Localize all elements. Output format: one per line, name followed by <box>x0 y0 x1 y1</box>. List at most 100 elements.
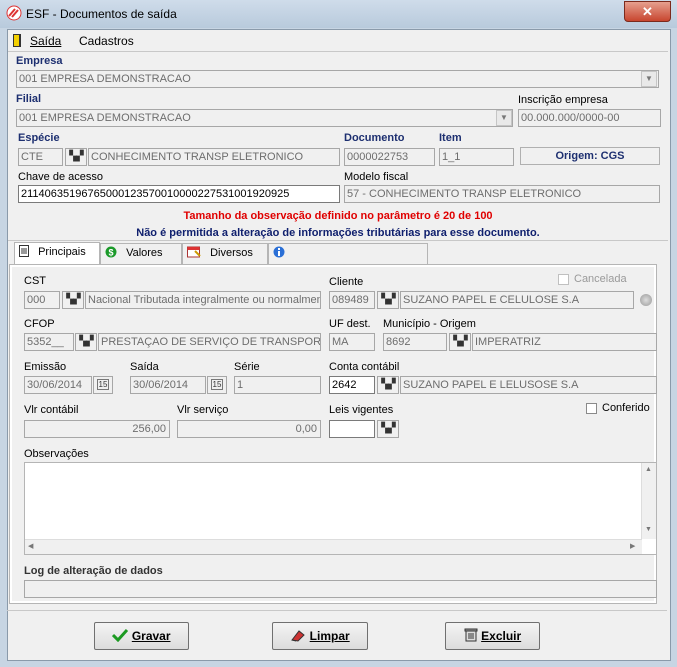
saida-calendar-button[interactable]: 15 <box>207 376 227 394</box>
close-button[interactable]: ✕ <box>624 1 671 22</box>
documento-field: 0000022753 <box>344 148 435 166</box>
conferido-label: Conferido <box>602 402 650 414</box>
chevron-down-icon[interactable]: ▼ <box>641 71 657 87</box>
modelo-field: 57 - CONHECIMENTO TRANSP ELETRONICO <box>344 185 660 203</box>
cliente-search-button[interactable]: ▚▞ <box>377 291 399 309</box>
tab-diversos[interactable]: Diversos <box>182 243 268 264</box>
chevron-down-icon[interactable]: ▼ <box>496 110 512 126</box>
principais-content: CST 000 ▚▞ Nacional Tributada integralme… <box>12 267 657 601</box>
item-field: 1_1 <box>439 148 514 166</box>
cst-desc-field: Nacional Tributada integralmente ou norm… <box>85 291 321 309</box>
municipio-search-button[interactable]: ▚▞ <box>449 333 471 351</box>
emissao-calendar-button[interactable]: 15 <box>93 376 113 394</box>
serie-field: 1 <box>234 376 321 394</box>
tab-info[interactable] <box>268 243 428 264</box>
saida-label: Saída <box>130 361 159 373</box>
uf-label: UF dest. <box>329 318 371 330</box>
municipio-name-field: IMPERATRIZ <box>472 333 657 351</box>
cfop-desc-field: PRESTAÇAO DE SERVIÇO DE TRANSPORT <box>98 333 321 351</box>
leis-field[interactable] <box>329 420 375 438</box>
tab-principais[interactable]: Principais <box>14 242 100 264</box>
emissao-field: 30/06/2014 <box>24 376 92 394</box>
scroll-right-arrow-icon[interactable]: ▶ <box>630 542 635 550</box>
vlr-contabil-field: 256,00 <box>24 420 170 438</box>
especie-search-button[interactable]: ▚▞ <box>65 148 87 166</box>
scroll-down-arrow-icon[interactable]: ▼ <box>645 526 652 533</box>
app-logo-icon <box>6 5 22 21</box>
document-icon <box>19 245 29 257</box>
cancelada-checkbox[interactable] <box>558 274 569 285</box>
binoculars-icon: ▚▞ <box>66 294 80 305</box>
cancelada-label: Cancelada <box>574 273 627 285</box>
excluir-button[interactable]: Excluir <box>445 622 540 650</box>
tab-panel-principais: CST 000 ▚▞ Nacional Tributada integralme… <box>9 264 657 604</box>
municipio-code-field: 8692 <box>383 333 447 351</box>
checkmark-icon <box>112 628 129 643</box>
leis-label: Leis vigentes <box>329 404 394 416</box>
chave-acesso-field[interactable]: 2114063519676500012357001000022753100192… <box>18 185 340 203</box>
binoculars-icon: ▚▞ <box>381 423 395 434</box>
documento-label: Documento <box>344 132 405 144</box>
chave-label: Chave de acesso <box>18 171 103 183</box>
conta-name-field: SUZANO PAPEL E LELUSOSE S.A <box>400 376 657 394</box>
cfop-search-button[interactable]: ▚▞ <box>75 333 97 351</box>
gravar-button[interactable]: Gravar <box>94 622 189 650</box>
origem-badge: Origem: CGS <box>520 147 660 165</box>
vlr-servico-field: 0,00 <box>177 420 321 438</box>
conta-label: Conta contábil <box>329 361 400 373</box>
menu-saida[interactable]: Saída <box>30 34 61 48</box>
cfop-code-field: 5352__ <box>24 333 74 351</box>
observacoes-scrollbar-v[interactable]: ▲ ▼ <box>641 463 656 539</box>
cst-search-button[interactable]: ▚▞ <box>62 291 84 309</box>
cst-label: CST <box>24 275 46 287</box>
message-parametro: Tamanho da observação definido no parâme… <box>183 210 493 222</box>
observacoes-scrollbar-h[interactable]: ◀ ▶ <box>25 539 642 554</box>
header-divider <box>8 240 668 241</box>
especie-label: Espécie <box>18 132 60 144</box>
modelo-label: Modelo fiscal <box>344 171 409 183</box>
serie-label: Série <box>234 361 260 373</box>
tab-valores[interactable]: $ Valores <box>100 243 182 264</box>
app-window: ESF - Documentos de saída ✕ Saída Cadast… <box>0 0 677 667</box>
menu-cadastros[interactable]: Cadastros <box>79 34 134 48</box>
especie-code-field: CTE <box>18 148 63 166</box>
cfop-label: CFOP <box>24 318 55 330</box>
leis-search-button[interactable]: ▚▞ <box>377 420 399 438</box>
title-bar: ESF - Documentos de saída ✕ <box>0 0 677 28</box>
log-field <box>24 580 657 598</box>
binoculars-icon: ▚▞ <box>381 294 395 305</box>
message-tributarias: Não é permitida a alteração de informaçõ… <box>136 227 540 239</box>
empresa-label: Empresa <box>16 55 63 67</box>
globe-icon[interactable] <box>640 294 652 306</box>
conta-code-field[interactable]: 2642 <box>329 376 375 394</box>
menu-divider <box>8 51 668 52</box>
conferido-checkbox[interactable] <box>586 403 597 414</box>
window-title: ESF - Documentos de saída <box>26 7 177 21</box>
log-label: Log de alteração de dados <box>24 565 163 577</box>
binoculars-icon: ▚▞ <box>69 151 83 162</box>
cliente-code-field: 089489 <box>329 291 375 309</box>
observacoes-textarea[interactable]: ▲ ▼ ◀ ▶ <box>24 462 657 555</box>
eraser-icon <box>291 630 306 642</box>
footer-divider <box>7 610 667 611</box>
door-icon <box>13 34 21 47</box>
calendar-icon: 15 <box>210 379 224 390</box>
scroll-left-arrow-icon[interactable]: ◀ <box>28 542 33 550</box>
observacoes-label: Observações <box>24 448 89 460</box>
conta-search-button[interactable]: ▚▞ <box>377 376 399 394</box>
binoculars-icon: ▚▞ <box>381 379 395 390</box>
info-icon <box>273 246 285 258</box>
inscricao-field: 00.000.000/0000-00 <box>518 109 661 127</box>
binoculars-icon: ▚▞ <box>79 336 93 347</box>
close-icon: ✕ <box>642 4 653 19</box>
inscricao-label: Inscrição empresa <box>518 94 608 106</box>
cliente-name-field: SUZANO PAPEL E CELULOSE S.A <box>400 291 634 309</box>
filial-select[interactable]: 001 EMPRESA DEMONSTRACAO <box>16 109 513 127</box>
scroll-up-arrow-icon[interactable]: ▲ <box>645 466 652 473</box>
empresa-select[interactable]: 001 EMPRESA DEMONSTRACAO <box>16 70 659 88</box>
vlr-contabil-label: Vlr contábil <box>24 404 79 416</box>
item-label: Item <box>439 132 462 144</box>
filial-label: Filial <box>16 93 42 105</box>
cliente-label: Cliente <box>329 276 364 288</box>
limpar-button[interactable]: Limpar <box>272 622 368 650</box>
